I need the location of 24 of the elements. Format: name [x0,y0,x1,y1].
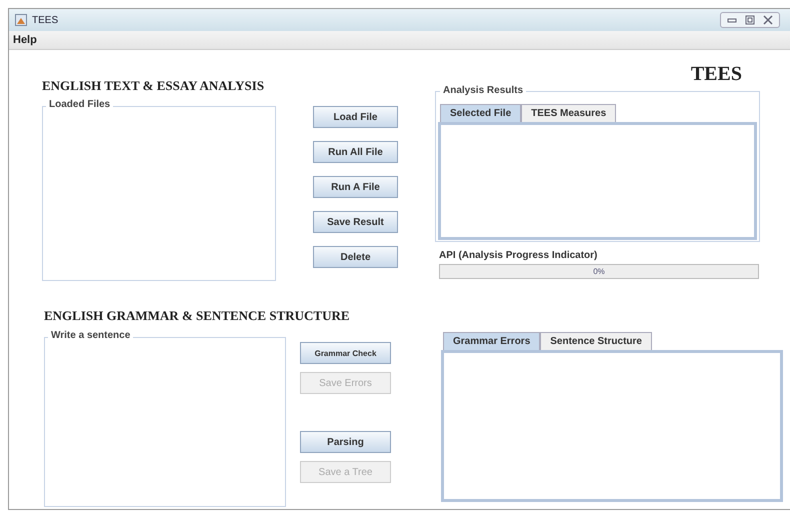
action-button[interactable]: Load File [313,106,398,128]
app-logo: TEES [690,64,742,84]
action-button[interactable]: Delete [313,246,398,268]
window-title: TEES [32,14,58,26]
close-icon[interactable] [762,15,774,25]
tab[interactable]: Grammar Errors [443,332,540,350]
panel-label: Analysis Results [440,85,526,96]
tab[interactable]: Sentence Structure [540,332,652,350]
section-heading: ENGLISH TEXT & ESSAY ANALYSIS [42,78,264,94]
tab[interactable]: Selected File [440,104,522,122]
action-button[interactable]: Run A File [313,176,398,198]
action-button[interactable]: Save Result [313,211,398,233]
section-heading: ENGLISH GRAMMAR & SENTENCE STRUCTURE [44,308,350,324]
tab[interactable]: TEES Measures [521,104,616,122]
action-button[interactable]: Parsing [300,431,391,453]
menu-item[interactable]: Help [13,34,37,46]
app-icon [15,14,27,26]
action-button[interactable]: Run All File [313,141,398,163]
panel-label: Write a sentence [48,330,134,341]
progress-label: API (Analysis Progress Indicator) [439,250,598,261]
maximize-icon[interactable] [744,15,756,25]
progress-percent: 0% [593,267,605,276]
action-button[interactable]: Grammar Check [300,342,391,364]
panel-label: Loaded Files [46,99,114,110]
